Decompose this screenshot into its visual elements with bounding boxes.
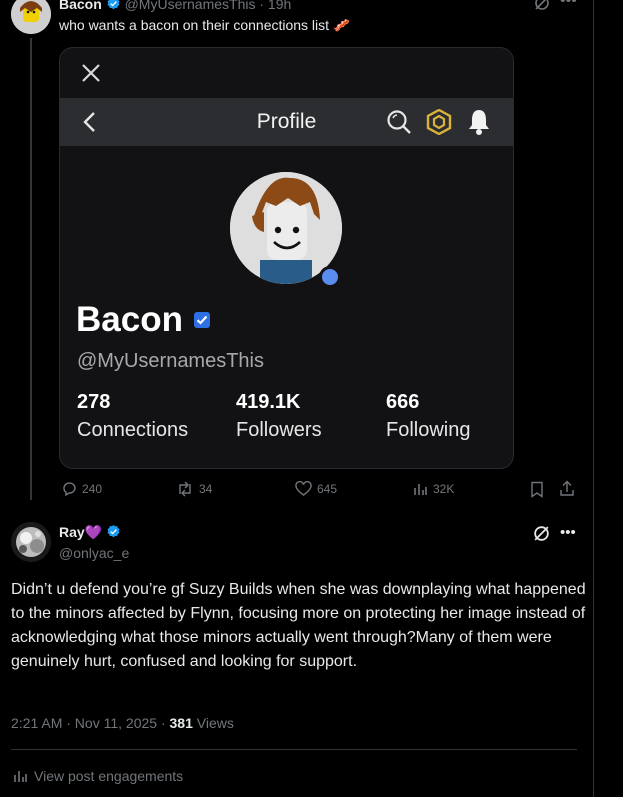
tweet2-handle[interactable]: @onlyac_e xyxy=(59,545,129,561)
profile-handle: @MyUsernamesThis xyxy=(77,350,265,372)
more-icon[interactable]: ••• xyxy=(560,0,577,10)
reply-button[interactable]: 240 xyxy=(61,481,102,497)
robux-icon xyxy=(426,109,452,135)
ray-avatar[interactable] xyxy=(11,522,51,562)
tweet1-author-name[interactable]: Bacon xyxy=(59,0,102,12)
tweet1-time[interactable]: · 19h xyxy=(259,0,291,12)
following-label: Following xyxy=(386,419,471,441)
views-button[interactable]: 32K xyxy=(412,481,454,497)
tweet1-text: who wants a bacon on their connections l… xyxy=(59,17,351,33)
connections-label: Connections xyxy=(77,419,189,441)
repost-count: 34 xyxy=(199,482,213,496)
view-engagements-link[interactable]: View post engagements xyxy=(12,768,183,784)
verified-badge-icon xyxy=(194,312,211,328)
thread-line xyxy=(30,38,32,500)
like-button[interactable]: 645 xyxy=(295,481,337,497)
divider xyxy=(11,749,577,750)
profile-name: Bacon xyxy=(76,300,183,339)
bookmark-icon[interactable] xyxy=(530,481,544,498)
grok-icon[interactable] xyxy=(532,524,551,543)
column-divider xyxy=(593,0,594,797)
tweet2-meta: 2:21 AM · Nov 11, 2025 · 381 Views xyxy=(11,715,234,731)
reply-icon xyxy=(63,482,76,497)
tweet1-header: Bacon @MyUsernamesThis · 19h xyxy=(59,0,291,12)
followers-count: 419.1K xyxy=(236,391,301,413)
connections-count: 278 xyxy=(77,391,111,413)
tweet2-name-row: Ray💜 xyxy=(59,524,121,541)
tweet1-handle[interactable]: @MyUsernamesThis xyxy=(125,0,256,12)
bell-icon xyxy=(469,110,489,135)
search-icon xyxy=(387,110,411,134)
tweet2-views-label: Views xyxy=(192,715,234,731)
like-count: 645 xyxy=(317,482,338,496)
share-icon[interactable] xyxy=(559,480,575,497)
tweet2-views-count: 381 xyxy=(169,715,193,731)
repost-button[interactable]: 34 xyxy=(176,481,212,497)
like-icon xyxy=(295,481,312,496)
online-indicator xyxy=(319,266,341,288)
followers-label: Followers xyxy=(236,419,322,441)
reply-count: 240 xyxy=(82,482,103,496)
engagements-icon xyxy=(14,771,27,782)
more-icon[interactable]: ••• xyxy=(560,524,576,541)
profile-name-row: Bacon xyxy=(76,300,211,340)
view-engagements-label: View post engagements xyxy=(34,768,184,784)
views-count: 32K xyxy=(433,482,455,496)
views-icon xyxy=(414,484,427,495)
verified-icon xyxy=(107,524,120,538)
close-icon xyxy=(82,64,100,82)
grok-icon[interactable] xyxy=(533,0,551,12)
tweet2-author-name[interactable]: Ray💜 xyxy=(59,524,102,540)
bacon-avatar[interactable] xyxy=(11,0,51,34)
verified-icon xyxy=(107,0,120,10)
tweet2-timestamp[interactable]: 2:21 AM · Nov 11, 2025 · xyxy=(11,715,170,731)
repost-icon xyxy=(179,481,191,497)
profile-header-bar: Profile xyxy=(60,98,513,146)
following-count: 666 xyxy=(386,391,420,413)
embedded-profile-image[interactable]: Profile Bacon @MyUsernamesThis 278 Conne… xyxy=(59,47,514,469)
tweet2-text: Didn’t u defend you’re gf Suzy Builds wh… xyxy=(11,581,586,670)
